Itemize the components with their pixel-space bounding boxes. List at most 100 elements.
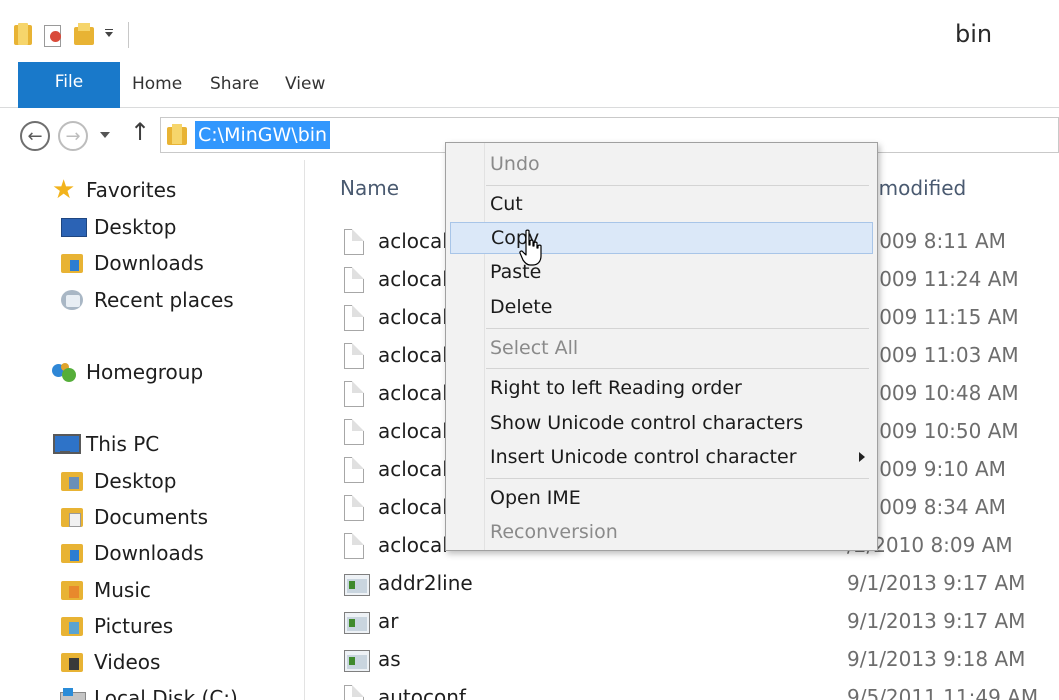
documents-folder-icon	[60, 505, 86, 529]
recent-places-icon	[60, 288, 86, 312]
file-name: aclocal	[378, 343, 448, 367]
file-date: 9/1/2013 9:17 AM	[847, 609, 1026, 633]
nav-label: This PC	[86, 432, 160, 456]
column-header-name[interactable]: Name	[340, 176, 399, 200]
file-row[interactable]: as 9/1/2013 9:18 AM	[340, 642, 1059, 680]
nav-this-pc[interactable]: This PC	[52, 432, 159, 456]
address-path-selected[interactable]: C:\MinGW\bin	[195, 121, 331, 149]
nav-label: Music	[94, 578, 151, 602]
nav-downloads[interactable]: Downloads	[60, 251, 204, 275]
menu-item-cut[interactable]: Cut	[450, 189, 873, 221]
menu-item-delete[interactable]: Delete	[450, 292, 873, 324]
tab-home[interactable]: Home	[132, 74, 182, 94]
file-name: aclocal	[378, 457, 448, 481]
menu-separator	[486, 478, 869, 479]
file-name: as	[378, 647, 401, 671]
file-date: 9/1/2013 9:17 AM	[847, 571, 1026, 595]
file-date: 9/1/2013 9:18 AM	[847, 647, 1026, 671]
file-icon	[344, 419, 364, 445]
up-arrow-icon[interactable]: ↑	[130, 118, 150, 146]
file-icon	[344, 457, 364, 483]
menu-item-select-all: Select All	[450, 333, 873, 365]
menu-item-paste[interactable]: Paste	[450, 257, 873, 289]
menu-item-undo: Undo	[450, 149, 873, 181]
nav-label: Videos	[94, 650, 161, 674]
nav-label: Desktop	[94, 469, 177, 493]
file-row[interactable]: addr2line 9/1/2013 9:17 AM	[340, 566, 1059, 604]
file-icon	[344, 381, 364, 407]
pictures-folder-icon	[60, 614, 86, 638]
file-icon	[344, 533, 364, 559]
back-button[interactable]: ←	[20, 121, 50, 151]
menu-item-label: Delete	[490, 296, 553, 318]
computer-icon	[52, 432, 81, 456]
menu-item-rtl-reading-order[interactable]: Right to left Reading order	[450, 373, 873, 405]
menu-item-label: Reconversion	[490, 521, 618, 543]
customize-toolbar-icon[interactable]	[104, 23, 114, 47]
menu-separator	[486, 368, 869, 369]
file-name: ar	[378, 609, 399, 633]
title-bar: bin	[0, 0, 1059, 62]
nav-music[interactable]: Music	[60, 578, 151, 602]
file-icon	[344, 229, 364, 255]
nav-local-disk[interactable]: Local Disk (C:)	[60, 686, 238, 700]
tab-view[interactable]: View	[285, 74, 325, 94]
nav-favorites[interactable]: Favorites	[52, 175, 176, 205]
menu-item-copy[interactable]: Copy	[450, 222, 873, 254]
application-icon	[344, 650, 370, 672]
menu-item-label: Select All	[490, 337, 579, 359]
application-icon	[344, 612, 370, 634]
forward-button[interactable]: →	[58, 121, 88, 151]
tab-share[interactable]: Share	[210, 74, 259, 94]
application-icon	[344, 574, 370, 596]
nav-label: Downloads	[94, 251, 204, 275]
file-name: aclocal	[378, 381, 448, 405]
file-name: autoconf	[378, 685, 466, 700]
desktop-folder-icon	[60, 469, 86, 493]
nav-desktop[interactable]: Desktop	[60, 215, 176, 239]
disk-drive-icon	[60, 686, 86, 700]
properties-icon[interactable]	[40, 23, 64, 47]
menu-item-label: Right to left Reading order	[490, 377, 742, 399]
file-row[interactable]: autoconf 9/5/2011 11:49 AM	[340, 680, 1059, 700]
nav-label: Documents	[94, 505, 209, 529]
nav-pc-downloads[interactable]: Downloads	[60, 541, 204, 565]
videos-folder-icon	[60, 650, 86, 674]
menu-item-label: Show Unicode control characters	[490, 412, 804, 434]
nav-pc-desktop[interactable]: Desktop	[60, 469, 176, 493]
recent-locations-chevron-icon[interactable]	[100, 132, 110, 138]
star-icon	[52, 175, 78, 205]
folder-icon	[167, 124, 189, 146]
tab-file[interactable]: File	[18, 62, 120, 108]
nav-homegroup[interactable]: Homegroup	[52, 360, 203, 384]
nav-pictures[interactable]: Pictures	[60, 614, 173, 638]
ribbon-tabs: File Home Share View	[0, 62, 1059, 108]
menu-item-open-ime[interactable]: Open IME	[450, 483, 873, 515]
file-name: aclocal	[378, 229, 448, 253]
quick-access-toolbar	[14, 22, 129, 48]
file-name: aclocal	[378, 533, 448, 557]
file-icon	[344, 685, 364, 700]
file-name: aclocal	[378, 267, 448, 291]
menu-item-insert-unicode[interactable]: Insert Unicode control character	[450, 442, 873, 474]
file-row[interactable]: ar 9/1/2013 9:17 AM	[340, 604, 1059, 642]
menu-separator	[486, 185, 869, 186]
context-menu: Undo Cut Copy Paste Delete Select All Ri…	[445, 142, 878, 551]
file-icon	[344, 495, 364, 521]
new-folder-icon[interactable]	[72, 23, 96, 47]
nav-videos[interactable]: Videos	[60, 650, 160, 674]
nav-documents[interactable]: Documents	[60, 505, 208, 529]
file-name: addr2line	[378, 571, 473, 595]
menu-item-show-unicode[interactable]: Show Unicode control characters	[450, 408, 873, 440]
nav-label: Recent places	[94, 288, 234, 312]
nav-recent-places[interactable]: Recent places	[60, 288, 234, 312]
nav-label: Desktop	[94, 215, 177, 239]
toolbar-divider	[128, 22, 129, 48]
file-date: 9/5/2011 11:49 AM	[847, 685, 1039, 700]
menu-item-label: Cut	[490, 193, 523, 215]
file-icon	[344, 267, 364, 293]
menu-item-label: Insert Unicode control character	[490, 446, 797, 468]
hand-pointer-cursor-icon	[519, 229, 542, 266]
arrow-left-icon: ←	[27, 125, 43, 147]
menu-item-reconversion: Reconversion	[450, 517, 873, 549]
